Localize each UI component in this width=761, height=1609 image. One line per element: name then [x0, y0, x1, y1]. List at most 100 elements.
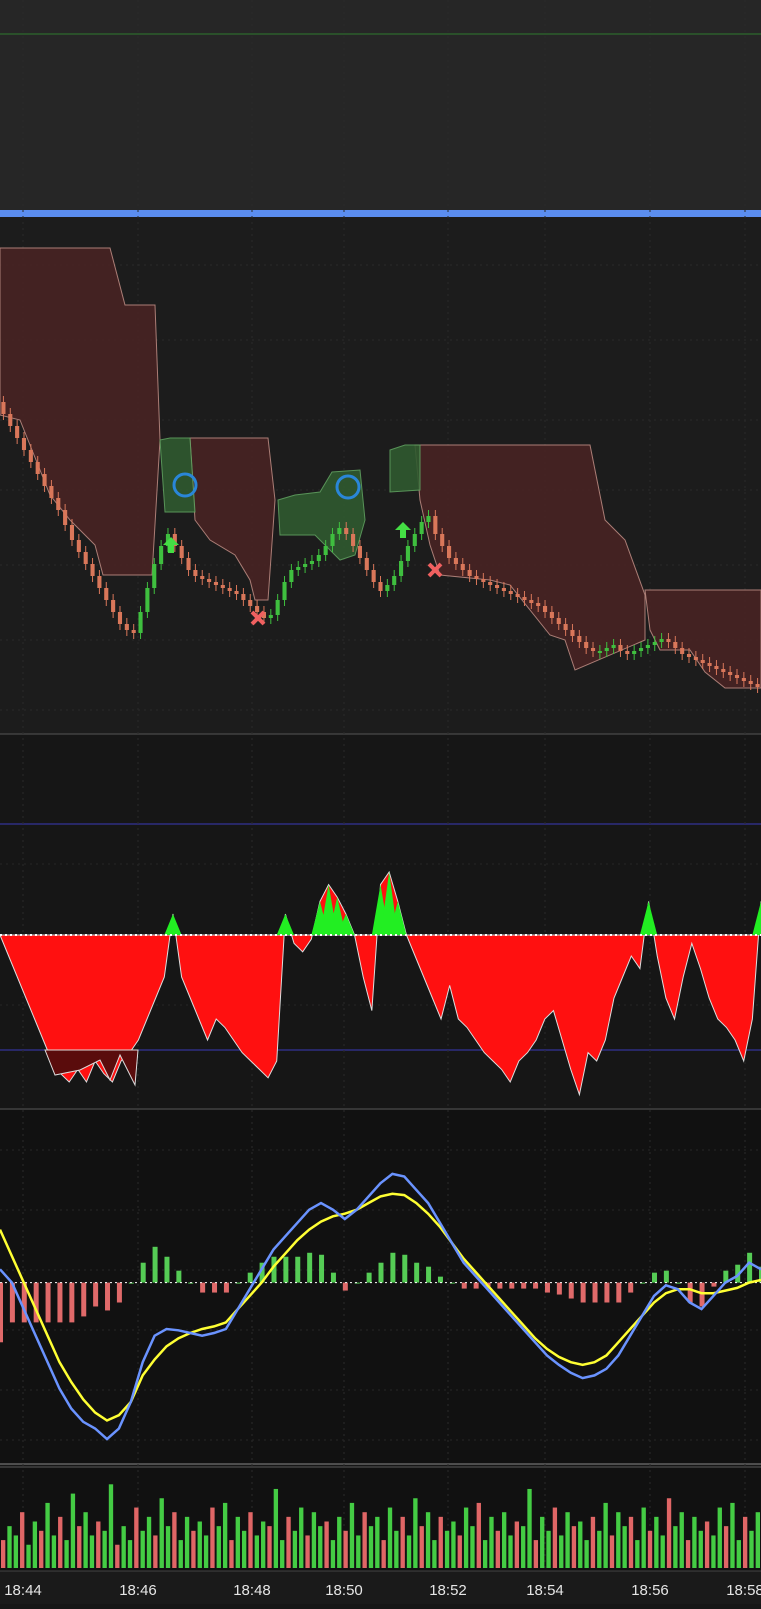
volume-bar — [184, 1516, 190, 1568]
macd-histogram-bar — [509, 1282, 515, 1289]
candle-body — [83, 552, 88, 564]
candle-body — [63, 510, 68, 525]
candle-body — [597, 651, 602, 653]
volume-bar — [45, 1502, 50, 1568]
volume-bar — [565, 1512, 570, 1568]
candle-body — [577, 636, 582, 642]
volume-bar — [406, 1535, 412, 1568]
macd-histogram-bar — [616, 1282, 622, 1303]
macd-histogram-bar — [164, 1256, 170, 1283]
volume-bar — [203, 1535, 209, 1568]
volume-bar — [635, 1540, 640, 1568]
volume-bar — [7, 1526, 12, 1568]
macd-histogram-bar — [604, 1282, 610, 1303]
macd-histogram-bar — [699, 1282, 705, 1307]
candle-body — [529, 600, 534, 603]
volume-bar — [730, 1502, 735, 1568]
volume-bar — [248, 1512, 253, 1568]
bullish-zone — [389, 444, 421, 493]
candle-body — [741, 678, 746, 681]
candle-body — [570, 630, 575, 636]
time-axis-label: 18:46 — [119, 1582, 157, 1599]
volume-bar — [222, 1502, 228, 1568]
volume-bar — [451, 1521, 456, 1568]
candle-body — [275, 600, 280, 615]
chart-canvas[interactable]: 18:44 18:46 18:48 18:50 18:52 18:54 18:56 18:58 — [0, 0, 761, 1604]
volume-bar — [628, 1516, 634, 1568]
macd-histogram-bar — [651, 1272, 657, 1283]
volume-bar — [375, 1516, 380, 1568]
panel-separator[interactable] — [0, 210, 761, 217]
candle-body — [392, 576, 397, 585]
candle-body — [734, 675, 740, 678]
macd-histogram-bar — [437, 1276, 443, 1283]
volume-bar — [438, 1516, 443, 1568]
candle-body — [193, 570, 198, 576]
volume-bar — [692, 1516, 697, 1568]
candle-body — [563, 624, 568, 630]
volume-bar — [470, 1526, 475, 1568]
candle-body — [494, 585, 500, 588]
volume-bar — [343, 1530, 348, 1568]
macd-histogram-bar — [426, 1266, 432, 1283]
macd-histogram-bar — [295, 1256, 301, 1283]
volume-bar — [241, 1530, 247, 1568]
volume-bar — [311, 1512, 317, 1568]
volume-bar — [292, 1530, 298, 1568]
time-axis-label: 18:48 — [233, 1582, 271, 1599]
candle-body — [97, 576, 102, 588]
candle-body — [447, 546, 452, 558]
candle-body — [76, 540, 81, 552]
candle-body — [467, 570, 472, 576]
volume-bar — [51, 1535, 57, 1568]
candle-body — [364, 558, 369, 570]
volume-bar — [64, 1540, 69, 1568]
volume-bar — [216, 1526, 221, 1568]
candle-body — [234, 591, 239, 594]
macd-panel — [0, 1110, 761, 1464]
volume-bar — [394, 1530, 399, 1568]
candle-body — [179, 546, 184, 558]
time-axis-label: 18:54 — [526, 1582, 564, 1599]
volume-bar — [108, 1484, 114, 1568]
macd-histogram-bar — [200, 1282, 206, 1293]
volume-bar — [20, 1512, 25, 1568]
volume-bar — [597, 1530, 602, 1568]
candle-body — [323, 546, 328, 555]
candle-body — [659, 639, 664, 642]
volume-bar — [736, 1540, 741, 1568]
macd-histogram-bar — [556, 1282, 562, 1295]
volume-bar — [457, 1535, 462, 1568]
candle-body — [296, 567, 301, 570]
macd-histogram-bar — [57, 1282, 63, 1323]
candle-body — [15, 426, 20, 438]
volume-bar — [622, 1526, 627, 1568]
volume-bar — [476, 1502, 481, 1568]
macd-histogram-bar — [176, 1270, 182, 1283]
time-axis-label: 18:50 — [325, 1582, 363, 1599]
volume-bar — [521, 1526, 526, 1568]
macd-histogram-bar — [81, 1282, 87, 1317]
macd-histogram-bar — [544, 1282, 550, 1293]
candle-body — [453, 558, 458, 564]
volume-panel — [0, 1468, 761, 1571]
volume-bar — [666, 1498, 672, 1568]
macd-histogram-bar — [521, 1282, 527, 1289]
volume-bar — [197, 1521, 202, 1568]
volume-bar — [654, 1516, 659, 1568]
candle-body — [611, 645, 616, 648]
volume-bar — [77, 1526, 82, 1568]
candle-body — [508, 591, 513, 594]
volume-bar — [444, 1530, 450, 1568]
trading-chart[interactable]: 18:44 18:46 18:48 18:50 18:52 18:54 18:56 18:58 — [0, 0, 761, 1604]
volume-bar — [616, 1512, 621, 1568]
volume-bar — [679, 1512, 684, 1568]
candle-body — [152, 564, 157, 588]
volume-bar — [685, 1540, 691, 1568]
volume-bar — [32, 1521, 38, 1568]
volume-bar — [254, 1535, 260, 1568]
macd-histogram-bar — [533, 1282, 539, 1289]
candle-body — [289, 570, 294, 582]
volume-bar — [559, 1535, 564, 1568]
macd-histogram-bar — [247, 1272, 253, 1283]
